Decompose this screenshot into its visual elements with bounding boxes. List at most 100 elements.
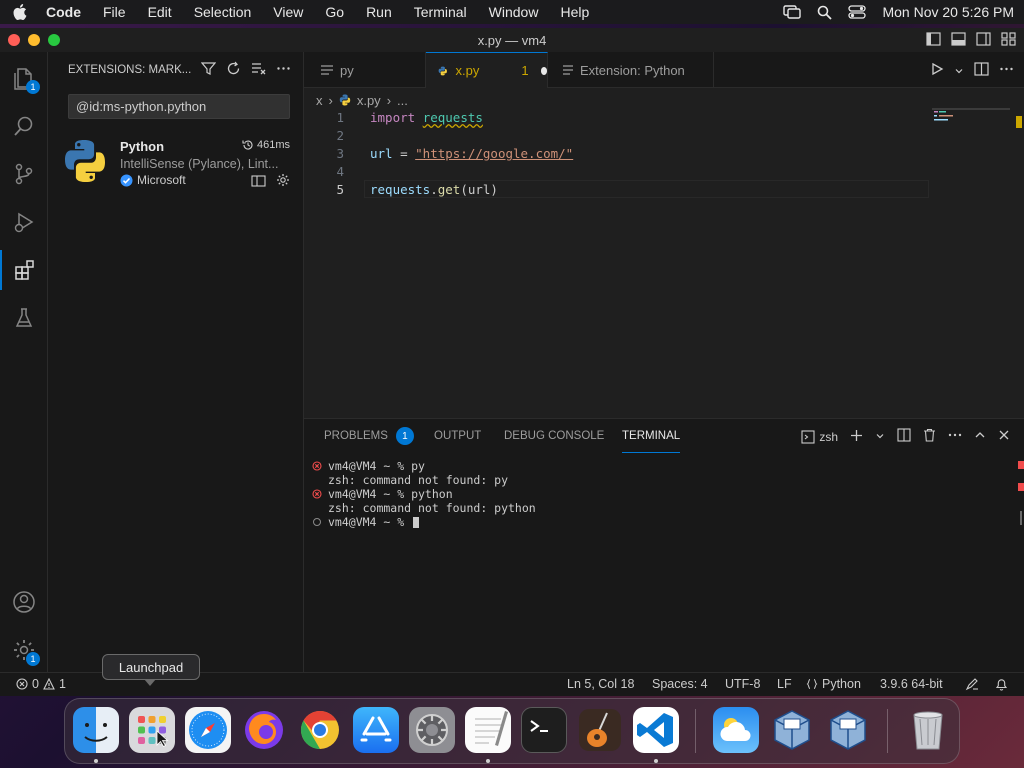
breadcrumb-symbols[interactable]: ... <box>397 93 408 108</box>
launchpad-icon[interactable] <box>129 707 175 753</box>
output-file-icon <box>321 65 333 75</box>
language-mode[interactable]: Python <box>806 677 861 691</box>
menu-selection[interactable]: Selection <box>194 4 252 20</box>
screen-mirroring-icon[interactable] <box>783 5 802 19</box>
run-python-file-icon[interactable] <box>930 62 944 81</box>
extension-list-item-python[interactable]: Python 461ms IntelliSense (Pylance), Lin… <box>48 132 304 192</box>
activity-run-debug[interactable] <box>0 202 48 242</box>
activity-manage[interactable]: 1 <box>0 630 48 670</box>
manage-extension-gear-icon[interactable] <box>276 173 290 192</box>
tab-py[interactable]: py <box>304 52 426 88</box>
end-of-line[interactable]: LF <box>777 677 792 691</box>
terminal-shell-selector[interactable]: zsh <box>801 430 838 444</box>
editor-more-icon[interactable] <box>999 62 1014 81</box>
window-maximize-button[interactable] <box>48 34 60 46</box>
problems-status[interactable]: 0 1 <box>16 677 66 691</box>
split-terminal-icon[interactable] <box>897 428 911 445</box>
python-interpreter[interactable]: 3.9.6 64-bit <box>880 677 943 691</box>
menu-app-name[interactable]: Code <box>46 4 81 20</box>
panel-tab-output[interactable]: OUTPUT <box>434 419 481 453</box>
close-panel-icon[interactable] <box>998 429 1010 444</box>
cursor-position[interactable]: Ln 5, Col 18 <box>567 677 634 691</box>
chrome-icon[interactable] <box>297 707 343 753</box>
apple-menu-icon[interactable] <box>10 2 30 22</box>
tab-x-py[interactable]: x.py 1 <box>426 52 548 88</box>
kill-terminal-trash-icon[interactable] <box>923 428 936 445</box>
indentation[interactable]: Spaces: 4 <box>652 677 708 691</box>
panel-tab-debug-console[interactable]: DEBUG CONSOLE <box>504 419 604 453</box>
breadcrumb-file[interactable]: x.py <box>357 93 381 108</box>
running-indicator <box>654 759 658 763</box>
system-settings-icon[interactable] <box>409 707 455 753</box>
panel-more-icon[interactable] <box>948 428 962 445</box>
activity-search[interactable] <box>0 106 48 146</box>
activity-source-control[interactable] <box>0 154 48 194</box>
terminal-output[interactable]: vm4@VM4 ~ % py zsh: command not found: p… <box>310 459 536 529</box>
window-close-button[interactable] <box>8 34 20 46</box>
panel-tab-problems[interactable]: PROBLEMS 1 <box>324 419 414 453</box>
feedback-icon[interactable] <box>965 677 979 691</box>
vscode-icon[interactable] <box>633 707 679 753</box>
control-center-icon[interactable] <box>848 5 867 19</box>
activity-testing[interactable] <box>0 298 48 338</box>
spotlight-search-icon[interactable] <box>817 5 833 20</box>
terminal-icon <box>801 429 815 444</box>
terminal-app-icon[interactable] <box>521 707 567 753</box>
panel-tab-terminal[interactable]: TERMINAL <box>622 419 681 453</box>
extensions-search-input[interactable] <box>68 94 290 119</box>
split-editor-icon[interactable] <box>974 62 989 81</box>
menu-view[interactable]: View <box>273 4 303 20</box>
layout-controls <box>926 32 1016 49</box>
extension-view-icon[interactable] <box>251 174 266 192</box>
command-failed-icon[interactable] <box>310 461 324 471</box>
toggle-secondary-sidebar-icon[interactable] <box>976 32 991 49</box>
window-minimize-button[interactable] <box>28 34 40 46</box>
terminal-dropdown-chevron-icon[interactable] <box>875 430 885 444</box>
garageband-icon[interactable] <box>577 707 623 753</box>
code-editor[interactable]: 1 import requests 2 3 url = "https://goo… <box>304 108 1024 426</box>
weather-icon[interactable] <box>713 707 759 753</box>
command-failed-icon[interactable] <box>310 489 324 499</box>
minimap[interactable] <box>932 108 1012 138</box>
breadcrumb-folder[interactable]: x <box>316 93 323 108</box>
menubar-clock[interactable]: Mon Nov 20 5:26 PM <box>882 4 1014 20</box>
activity-explorer[interactable]: 1 <box>0 58 48 98</box>
menu-go[interactable]: Go <box>325 4 344 20</box>
code-line: 2 <box>304 128 924 146</box>
app-store-icon[interactable] <box>353 707 399 753</box>
more-actions-icon[interactable] <box>276 61 291 79</box>
toggle-primary-sidebar-icon[interactable] <box>926 32 941 49</box>
menu-window[interactable]: Window <box>489 4 539 20</box>
trash-icon[interactable] <box>905 707 951 753</box>
finder-icon[interactable] <box>73 707 119 753</box>
notifications-bell-icon[interactable] <box>995 677 1008 691</box>
safari-icon[interactable] <box>185 707 231 753</box>
menu-file[interactable]: File <box>103 4 126 20</box>
customize-layout-icon[interactable] <box>1001 32 1016 49</box>
virtualbox-icon[interactable] <box>769 707 815 753</box>
filter-icon[interactable] <box>200 61 217 79</box>
menu-help[interactable]: Help <box>560 4 589 20</box>
virtualbox-vm-icon[interactable] <box>825 707 871 753</box>
run-options-chevron-icon[interactable] <box>954 63 964 81</box>
activity-extensions[interactable] <box>0 250 48 290</box>
tab-extension-python[interactable]: Extension: Python <box>548 52 714 88</box>
clear-results-icon[interactable] <box>251 61 266 79</box>
refresh-icon[interactable] <box>226 61 241 79</box>
string-url[interactable]: "https://google.com/" <box>415 146 573 161</box>
python-file-icon <box>438 66 447 75</box>
encoding[interactable]: UTF-8 <box>725 677 760 691</box>
warning-scroll-marker <box>1016 116 1022 128</box>
firefox-icon[interactable] <box>241 707 287 753</box>
menu-terminal[interactable]: Terminal <box>414 4 467 20</box>
new-terminal-icon[interactable] <box>850 429 863 445</box>
menu-edit[interactable]: Edit <box>148 4 172 20</box>
unsaved-dot-icon[interactable] <box>540 66 547 75</box>
toggle-panel-icon[interactable] <box>951 32 966 49</box>
textedit-icon[interactable] <box>465 707 511 753</box>
extensions-sidebar: EXTENSIONS: MARK... Python 461ms Intelli… <box>48 52 304 672</box>
maximize-panel-chevron-up-icon[interactable] <box>974 429 986 444</box>
menu-run[interactable]: Run <box>366 4 392 20</box>
activity-accounts[interactable] <box>0 582 48 622</box>
extension-description: IntelliSense (Pylance), Lint... <box>120 157 279 171</box>
